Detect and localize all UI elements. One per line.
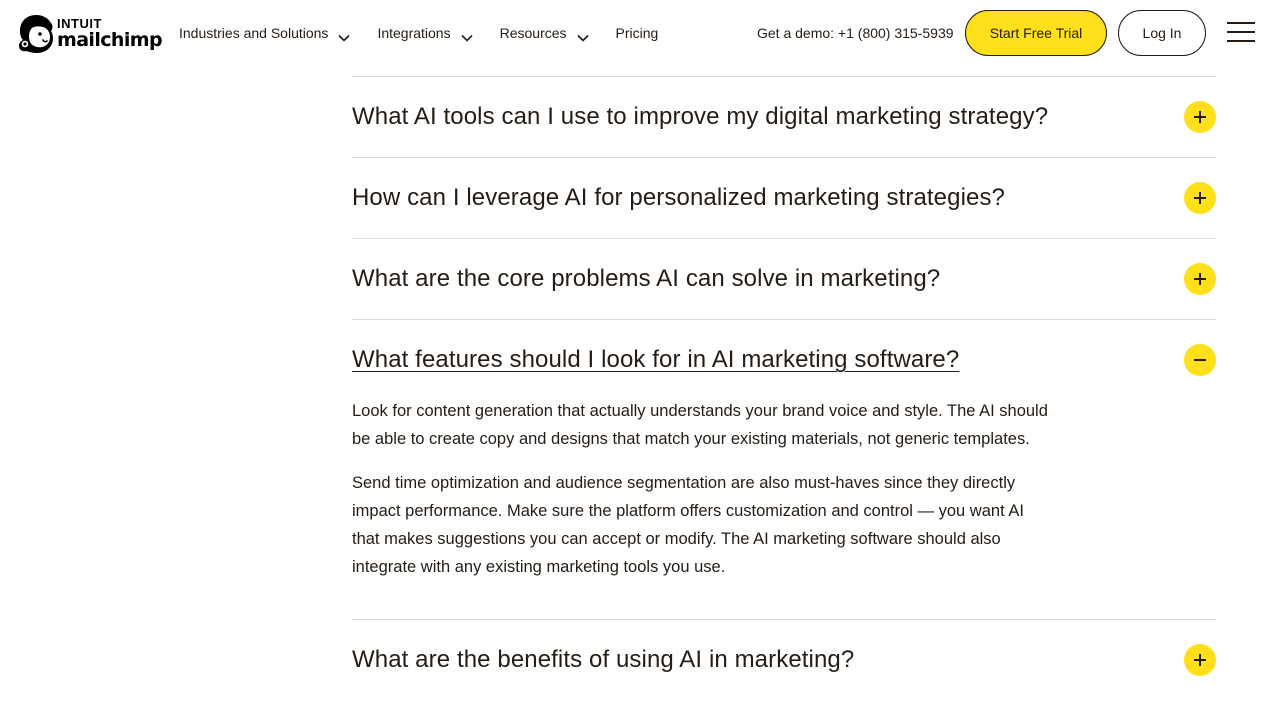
mailchimp-logo[interactable]: INTUIT mailchimp [17, 13, 163, 53]
faq-question-toggle[interactable]: How can I leverage AI for personalized m… [352, 158, 1216, 238]
faq-question: What are the core problems AI can solve … [352, 265, 941, 292]
log-in-button[interactable]: Log In [1118, 10, 1206, 56]
hamburger-icon[interactable] [1226, 21, 1256, 45]
faq-question: How can I leverage AI for personalized m… [352, 184, 1006, 211]
nav-item-label: Industries and Solutions [179, 25, 329, 41]
faq-question-toggle[interactable]: What are the benefits of using AI in mar… [352, 620, 1216, 700]
freddie-chimp-icon [17, 13, 55, 53]
logo-wordmark: INTUIT mailchimp [57, 15, 163, 51]
demo-phone-link[interactable]: Get a demo: +1 (800) 315-5939 [757, 25, 954, 41]
faq-question: What features should I look for in AI ma… [352, 346, 960, 373]
chevron-down-icon [461, 29, 473, 42]
plus-icon[interactable] [1184, 263, 1216, 295]
faq-question-toggle[interactable]: What AI tools can I use to improve my di… [352, 77, 1216, 157]
faq-answer-paragraph: Look for content generation that actuall… [352, 402, 1048, 448]
faq-answer: Look for content generation that actuall… [352, 397, 1052, 619]
logo-mailchimp-text: mailchimp [57, 28, 163, 51]
nav-industries-and-solutions[interactable]: Industries and Solutions [179, 25, 351, 42]
start-free-trial-button[interactable]: Start Free Trial [965, 10, 1107, 56]
faq-item: What AI tools can I use to improve my di… [352, 76, 1216, 157]
faq-question: What AI tools can I use to improve my di… [352, 103, 1049, 130]
nav-item-label: Pricing [615, 25, 659, 41]
nav-item-label: Integrations [377, 25, 451, 41]
faq-answer-paragraph: Send time optimization and audience segm… [352, 474, 1024, 576]
faq-item-expanded: What features should I look for in AI ma… [352, 319, 1216, 619]
faq-item: What are the core problems AI can solve … [352, 238, 1216, 319]
faq-item: What are the benefits of using AI in mar… [352, 619, 1216, 700]
logo-intuit-text: INTUIT [57, 15, 102, 31]
plus-icon[interactable] [1184, 101, 1216, 133]
main-nav: Industries and Solutions Integrations Re… [179, 0, 685, 66]
site-header: INTUIT mailchimp Industries and Solution… [0, 0, 1280, 66]
chevron-down-icon [576, 29, 589, 42]
faq-accordion: What AI tools can I use to improve my di… [352, 76, 1216, 700]
faq-question-toggle[interactable]: What features should I look for in AI ma… [352, 320, 1216, 400]
nav-integrations[interactable]: Integrations [377, 25, 473, 42]
nav-item-label: Resources [499, 25, 567, 41]
faq-question-toggle[interactable]: What are the core problems AI can solve … [352, 239, 1216, 319]
faq-item: How can I leverage AI for personalized m… [352, 157, 1216, 238]
plus-icon[interactable] [1184, 644, 1216, 676]
faq-question: What are the benefits of using AI in mar… [352, 646, 855, 673]
plus-icon[interactable] [1184, 182, 1216, 214]
nav-pricing[interactable]: Pricing [616, 25, 659, 41]
nav-resources[interactable]: Resources [499, 25, 589, 42]
minus-icon[interactable] [1184, 344, 1216, 376]
chevron-down-icon [338, 29, 351, 42]
